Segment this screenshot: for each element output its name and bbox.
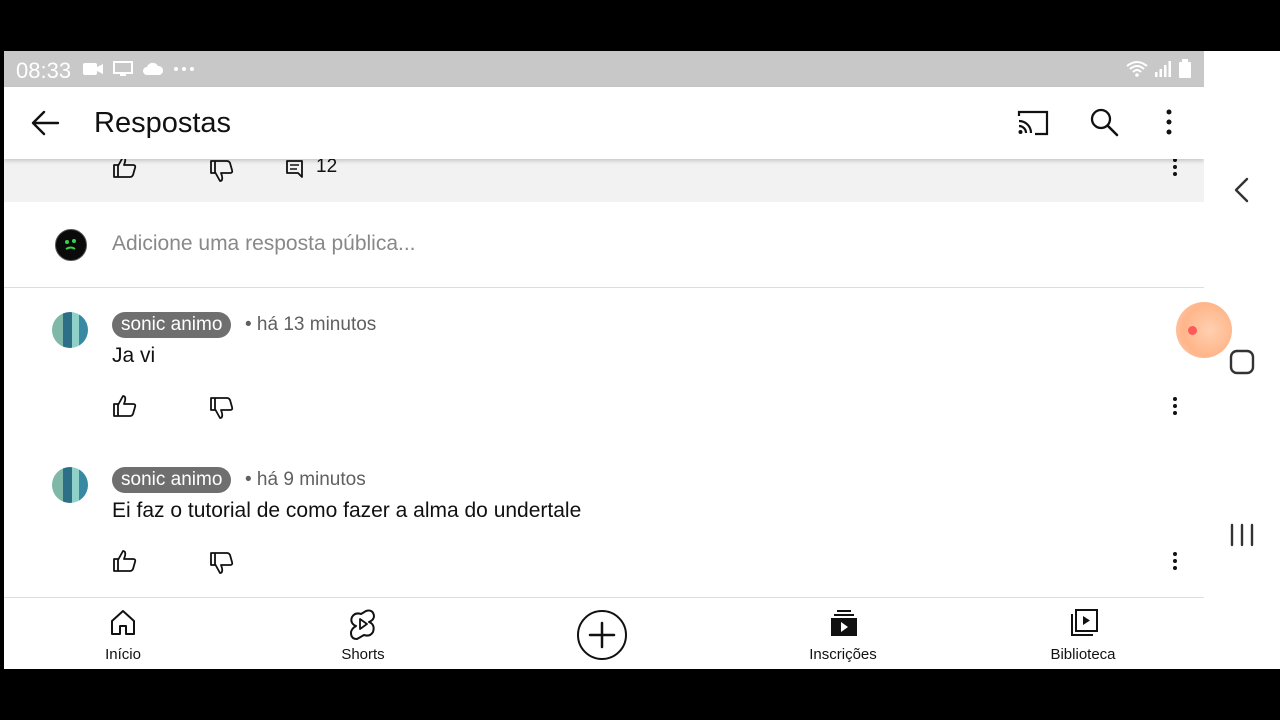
more-vert-icon[interactable] bbox=[1169, 157, 1181, 179]
status-time: 08:33 bbox=[16, 58, 72, 83]
signal-icon bbox=[1155, 61, 1171, 77]
nav-library-label: Biblioteca bbox=[1050, 646, 1116, 663]
status-bar: 08:33 bbox=[4, 51, 1204, 87]
nav-library[interactable]: Biblioteca bbox=[1013, 598, 1153, 669]
plus-circle-icon bbox=[588, 621, 616, 649]
comment-author[interactable]: sonic animo bbox=[112, 467, 232, 493]
avatar bbox=[55, 229, 87, 261]
thumb-down-icon[interactable] bbox=[209, 159, 235, 183]
page-title: Respostas bbox=[94, 107, 232, 139]
status-system-icons bbox=[1126, 59, 1192, 79]
reply-input[interactable]: Adicione uma resposta pública... bbox=[112, 232, 416, 256]
nav-recents-icon[interactable] bbox=[1229, 523, 1255, 547]
comment-text: Ja vi bbox=[112, 344, 156, 367]
nav-home-label: Início bbox=[105, 646, 141, 663]
more-horiz-icon bbox=[174, 67, 194, 71]
create-button[interactable] bbox=[577, 610, 627, 660]
list-item: sonic animo • há 9 minutos Ei faz o tuto… bbox=[4, 443, 1204, 598]
floating-bubble[interactable] bbox=[1176, 302, 1232, 358]
nav-shorts[interactable]: Shorts bbox=[293, 598, 433, 669]
nav-home-button-icon[interactable] bbox=[1229, 349, 1255, 375]
app-bar: Respostas bbox=[4, 87, 1204, 159]
list-item: sonic animo • há 13 minutos Ja vi bbox=[4, 288, 1204, 443]
reply-count: 12 bbox=[316, 156, 338, 177]
avatar[interactable] bbox=[52, 467, 88, 503]
cloud-icon bbox=[143, 62, 164, 75]
system-nav-bar bbox=[1204, 51, 1280, 669]
subscriptions-icon bbox=[831, 610, 857, 636]
thumb-up-icon[interactable] bbox=[112, 549, 138, 573]
nav-shorts-label: Shorts bbox=[341, 646, 385, 663]
nav-home[interactable]: Início bbox=[53, 598, 193, 669]
phone-screen: 08:33 Respostas 12 Adicione uma resposta… bbox=[4, 51, 1204, 669]
status-notification-icons bbox=[82, 60, 196, 78]
nav-subscriptions[interactable]: Inscrições bbox=[773, 598, 913, 669]
search-icon[interactable] bbox=[1089, 107, 1119, 137]
comment-author[interactable]: sonic animo bbox=[112, 312, 232, 338]
battery-icon bbox=[1179, 59, 1191, 78]
more-vert-icon[interactable] bbox=[1154, 107, 1184, 137]
screen-icon bbox=[113, 61, 133, 76]
nav-back-icon[interactable] bbox=[1232, 177, 1252, 203]
home-icon bbox=[111, 610, 135, 635]
wifi-icon bbox=[1126, 61, 1148, 77]
comment-time: • há 13 minutos bbox=[245, 314, 377, 335]
comment-icon[interactable] bbox=[285, 159, 305, 179]
more-vert-icon[interactable] bbox=[1169, 396, 1181, 418]
avatar-face-icon bbox=[65, 239, 76, 250]
avatar[interactable] bbox=[52, 312, 88, 348]
bubble-dot bbox=[1188, 326, 1197, 335]
thumb-down-icon[interactable] bbox=[209, 551, 235, 575]
video-camera-icon bbox=[83, 63, 103, 75]
more-vert-icon[interactable] bbox=[1169, 551, 1181, 573]
reply-input-row: Adicione uma resposta pública... bbox=[4, 202, 1204, 288]
thumb-up-icon[interactable] bbox=[112, 394, 138, 418]
library-icon bbox=[1071, 609, 1098, 636]
parent-comment-actions: 12 bbox=[4, 156, 1204, 202]
arrow-left-icon[interactable] bbox=[30, 109, 62, 137]
thumb-down-icon[interactable] bbox=[209, 396, 235, 420]
nav-subscriptions-label: Inscrições bbox=[809, 646, 877, 663]
comment-time: • há 9 minutos bbox=[245, 469, 366, 490]
comment-text: Ei faz o tutorial de como fazer a alma d… bbox=[112, 499, 582, 522]
shorts-icon bbox=[350, 609, 375, 640]
bottom-nav: Início Shorts Inscrições Biblioteca bbox=[4, 597, 1204, 669]
cast-icon[interactable] bbox=[1016, 109, 1050, 137]
